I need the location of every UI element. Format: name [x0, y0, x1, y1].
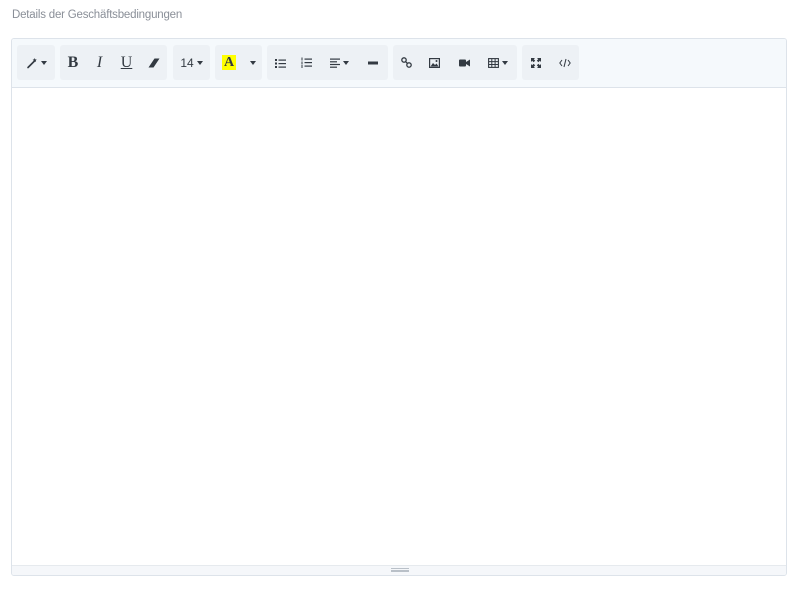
chevron-down-icon — [40, 60, 47, 65]
italic-label: I — [96, 53, 103, 71]
bold-button[interactable]: B — [60, 45, 86, 80]
chevron-down-icon — [196, 60, 203, 65]
table-icon — [488, 57, 499, 68]
color-dropdown-button[interactable] — [243, 45, 262, 80]
font-size-group: 14 — [173, 45, 210, 80]
text-color-icon: A — [221, 55, 237, 70]
editor-content-area[interactable] — [12, 88, 786, 565]
grip-icon — [391, 568, 409, 572]
paragraph-group — [267, 45, 388, 80]
magic-wand-icon — [26, 57, 38, 69]
eraser-icon — [148, 58, 160, 68]
ordered-list-button[interactable] — [293, 45, 320, 80]
italic-button[interactable]: I — [86, 45, 113, 80]
style-group — [17, 45, 55, 80]
horizontal-rule-icon — [368, 61, 378, 65]
chevron-down-icon — [342, 60, 349, 65]
underline-button[interactable]: U — [113, 45, 140, 80]
video-icon — [458, 59, 470, 67]
font-size-button[interactable]: 14 — [173, 45, 210, 80]
editor-resize-handle[interactable] — [12, 565, 786, 575]
video-button[interactable] — [449, 45, 479, 80]
font-style-group: B I U — [60, 45, 167, 80]
chevron-down-icon — [502, 60, 508, 65]
horizontal-rule-button[interactable] — [358, 45, 388, 80]
style-button[interactable] — [17, 45, 55, 80]
chevron-down-icon — [249, 60, 256, 65]
align-left-icon — [329, 58, 340, 68]
clear-format-button[interactable] — [140, 45, 167, 80]
insert-group — [393, 45, 517, 80]
picture-button[interactable] — [420, 45, 449, 80]
image-icon — [429, 57, 440, 68]
ordered-list-icon — [301, 57, 312, 68]
link-icon — [401, 57, 412, 68]
unordered-list-icon — [274, 58, 286, 68]
field-label: Details der Geschäftsbedingungen — [12, 9, 183, 21]
bold-label: B — [67, 53, 79, 71]
link-button[interactable] — [393, 45, 420, 80]
code-view-button[interactable] — [550, 45, 579, 80]
code-view-icon — [558, 58, 571, 68]
fullscreen-button[interactable] — [522, 45, 550, 80]
view-group — [522, 45, 579, 80]
rich-text-editor: B I U 14 A — [11, 38, 787, 576]
table-button[interactable] — [479, 45, 517, 80]
paragraph-align-button[interactable] — [320, 45, 358, 80]
editor-toolbar: B I U 14 A — [12, 39, 786, 88]
unordered-list-button[interactable] — [267, 45, 293, 80]
fullscreen-icon — [531, 57, 541, 68]
color-group: A — [215, 45, 262, 80]
underline-label: U — [120, 53, 133, 71]
recent-color-button[interactable]: A — [215, 45, 243, 80]
font-size-value: 14 — [180, 55, 194, 70]
